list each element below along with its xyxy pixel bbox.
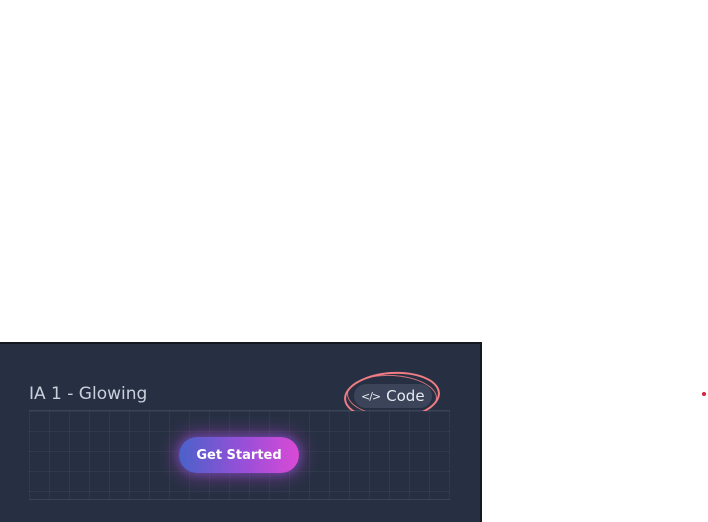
component-preview: Get Started [29, 411, 450, 500]
code-brackets-icon: </> [361, 389, 381, 403]
code-button-label: Code [386, 387, 425, 405]
component-card: IA 1 - Glowing </> Code Get Started [0, 342, 482, 522]
code-button[interactable]: </> Code [354, 384, 432, 408]
card-header: IA 1 - Glowing </> Code [29, 344, 450, 411]
screen: IA 1 - Glowing </> Code Get Started [0, 0, 708, 522]
red-dot-marker [702, 392, 706, 396]
card-title: IA 1 - Glowing [29, 384, 148, 404]
get-started-button[interactable]: Get Started [179, 437, 299, 473]
